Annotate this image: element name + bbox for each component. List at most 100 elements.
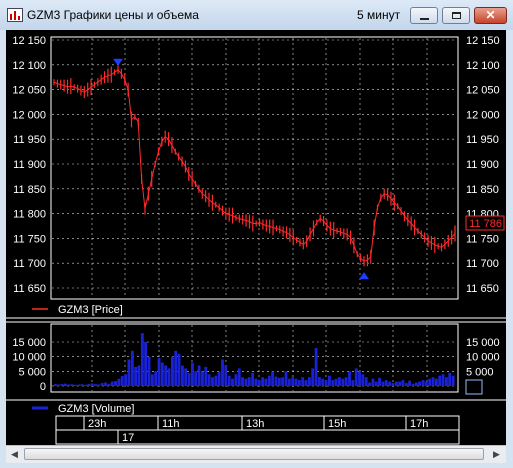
volume-bar bbox=[448, 372, 452, 386]
volume-bar bbox=[57, 384, 61, 386]
price-y-tick-left: 11 850 bbox=[13, 184, 46, 196]
volume-bar bbox=[277, 377, 281, 386]
title-bar[interactable]: GZM3 Графики цены и объема 5 минут ✕ bbox=[0, 0, 513, 30]
volume-bar bbox=[204, 366, 208, 386]
price-y-tick-left: 11 800 bbox=[13, 209, 46, 221]
volume-bar bbox=[294, 378, 298, 386]
volume-bar bbox=[311, 368, 315, 386]
volume-bar bbox=[314, 347, 318, 386]
price-y-tick-right: 11 950 bbox=[466, 134, 499, 146]
volume-bar bbox=[160, 362, 164, 386]
volume-bar bbox=[144, 342, 148, 386]
volume-bar bbox=[184, 368, 188, 386]
interval-label[interactable]: 5 минут bbox=[357, 8, 400, 22]
volume-bar bbox=[331, 380, 335, 386]
chart-canvas[interactable]: 12 150 12 150 12 100 12 100 12 050 12 050 12 0… bbox=[6, 30, 506, 445]
volume-bar bbox=[60, 383, 64, 386]
volume-bar bbox=[358, 371, 361, 386]
volume-bar bbox=[187, 372, 191, 386]
volume-bar bbox=[244, 378, 248, 386]
price-y-tick-right: 11 700 bbox=[466, 258, 499, 270]
scroll-thumb[interactable] bbox=[24, 448, 484, 460]
volume-bar bbox=[257, 380, 261, 386]
horizontal-scrollbar[interactable]: ◀ ▶ bbox=[6, 445, 506, 463]
volume-bar bbox=[217, 371, 221, 386]
maximize-icon bbox=[452, 12, 461, 19]
maximize-button[interactable] bbox=[442, 7, 470, 24]
volume-bar bbox=[445, 377, 448, 386]
volume-bar bbox=[424, 381, 428, 386]
volume-bar bbox=[318, 377, 321, 386]
volume-bar bbox=[344, 377, 348, 386]
volume-bar bbox=[438, 375, 442, 386]
window-title: GZM3 Графики цены и объема bbox=[27, 8, 199, 22]
volume-bar bbox=[140, 333, 144, 386]
volume-y-tick-right: 10 000 bbox=[466, 352, 500, 364]
volume-bar bbox=[408, 380, 412, 386]
volume-bar bbox=[321, 378, 325, 386]
volume-bar bbox=[197, 365, 201, 386]
price-y-tick-left: 12 050 bbox=[12, 85, 46, 97]
volume-bar bbox=[308, 377, 311, 386]
volume-bar bbox=[221, 359, 224, 386]
volume-bar bbox=[177, 353, 181, 386]
volume-bar bbox=[434, 378, 438, 386]
volume-bar bbox=[401, 380, 405, 386]
scroll-right-icon[interactable]: ▶ bbox=[489, 447, 504, 462]
volume-bar bbox=[87, 383, 91, 386]
volume-bar bbox=[291, 377, 295, 386]
minimize-button[interactable] bbox=[410, 7, 438, 24]
price-y-tick-right: 12 150 bbox=[466, 35, 500, 47]
volume-bar bbox=[227, 375, 231, 386]
volume-bar bbox=[181, 365, 184, 386]
scroll-left-icon[interactable]: ◀ bbox=[7, 447, 22, 462]
volume-bar bbox=[368, 382, 371, 386]
price-y-tick-right: 11 650 bbox=[466, 283, 499, 295]
price-y-tick-left: 11 900 bbox=[13, 159, 46, 171]
volume-bar bbox=[191, 362, 194, 386]
volume-bar bbox=[284, 371, 288, 386]
volume-bar bbox=[154, 371, 158, 386]
volume-bar bbox=[421, 380, 425, 386]
volume-bar bbox=[398, 381, 402, 386]
volume-bar bbox=[224, 365, 228, 386]
price-y-tick-right: 11 900 bbox=[466, 159, 499, 171]
volume-bar bbox=[147, 356, 151, 386]
volume-bar bbox=[247, 377, 251, 386]
volume-bar bbox=[267, 375, 271, 386]
volume-bar bbox=[150, 374, 154, 386]
price-y-tick-left: 11 700 bbox=[13, 258, 46, 270]
volume-bar bbox=[54, 384, 57, 386]
price-y-tick-right: 12 050 bbox=[466, 85, 500, 97]
volume-bar bbox=[404, 383, 408, 386]
close-button[interactable]: ✕ bbox=[474, 7, 507, 24]
volume-bar bbox=[338, 377, 341, 386]
price-y-tick-right: 12 000 bbox=[466, 109, 500, 121]
volume-bar bbox=[364, 377, 368, 386]
volume-bar bbox=[234, 374, 238, 386]
volume-bar bbox=[237, 368, 241, 386]
volume-bar bbox=[90, 383, 94, 386]
volume-bar bbox=[110, 381, 114, 386]
volume-bar bbox=[251, 372, 255, 386]
day-axis-label: 17 bbox=[122, 432, 134, 444]
time-axis-label: 23h bbox=[88, 418, 106, 430]
price-plot-frame bbox=[50, 36, 459, 300]
volume-y-tick-left: 5 000 bbox=[18, 366, 46, 378]
volume-bar bbox=[70, 384, 74, 386]
volume-bar bbox=[378, 377, 381, 386]
volume-bar bbox=[171, 356, 174, 386]
volume-bar bbox=[97, 384, 101, 386]
price-series-line bbox=[53, 69, 456, 262]
volume-bar bbox=[281, 377, 285, 386]
volume-bar bbox=[124, 374, 128, 386]
volume-bar bbox=[157, 358, 161, 386]
volume-bar bbox=[354, 368, 358, 386]
max-price-marker-icon bbox=[113, 58, 124, 66]
volume-bar bbox=[94, 384, 97, 386]
current-volume-box bbox=[465, 379, 483, 395]
volume-bar bbox=[388, 381, 392, 386]
volume-bar bbox=[241, 377, 244, 386]
volume-bar bbox=[381, 381, 385, 386]
volume-bar bbox=[371, 378, 375, 386]
